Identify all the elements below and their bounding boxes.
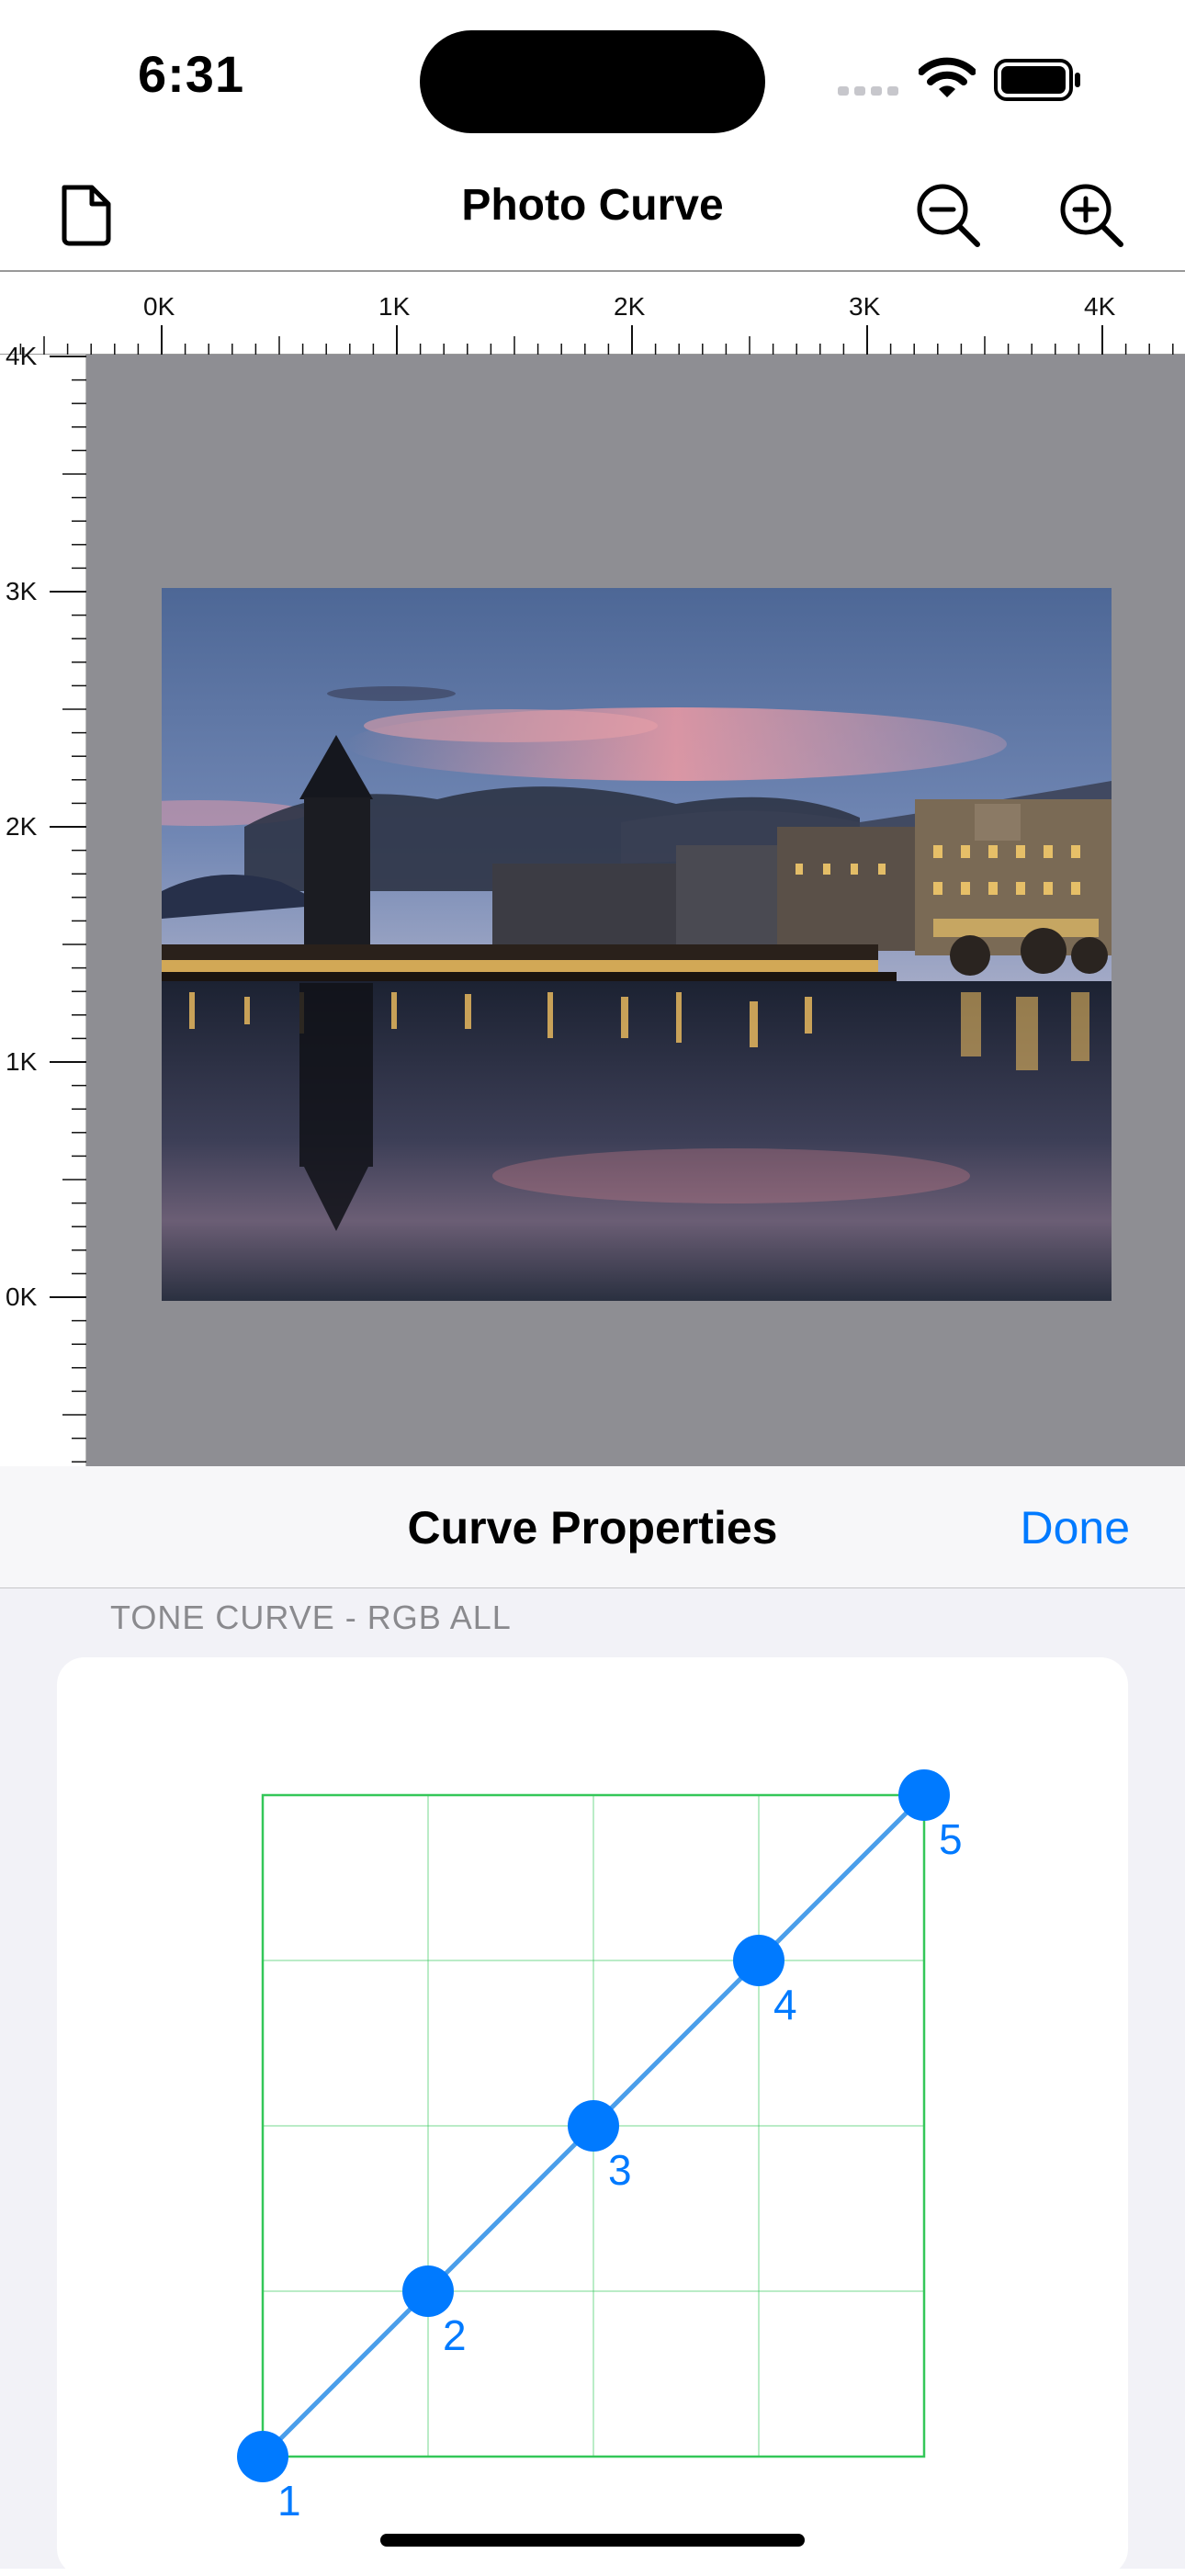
curve-control-point[interactable] — [402, 2265, 454, 2317]
zoom-in-button[interactable] — [1049, 173, 1134, 257]
v-ruler-label: 3K — [6, 577, 38, 605]
curve-control-point[interactable] — [733, 1935, 784, 1986]
h-ruler-label: 1K — [378, 292, 411, 321]
section-header: TONE CURVE - RGB ALL — [110, 1599, 512, 1636]
v-ruler-label: 1K — [6, 1047, 38, 1076]
h-ruler-label: 0K — [143, 292, 175, 321]
wifi-icon — [919, 57, 976, 97]
vertical-ruler: 4K 3K 2K 1K 0K — [0, 342, 86, 1466]
navigation-bar: Photo Curve — [0, 156, 1185, 270]
h-ruler-label: 2K — [614, 292, 646, 321]
v-ruler-label: 2K — [6, 812, 38, 841]
sheet-title: Curve Properties — [407, 1502, 778, 1554]
curve-point-label: 4 — [773, 1981, 797, 2028]
photo-canvas[interactable] — [86, 355, 1185, 1466]
zoom-out-button[interactable] — [906, 173, 990, 257]
home-indicator — [380, 2534, 805, 2547]
tone-curve-editor[interactable]: 1 2 3 4 5 — [57, 1657, 1128, 2576]
zoom-out-icon — [917, 184, 980, 247]
curve-point-label: 5 — [939, 1815, 963, 1863]
battery-icon — [994, 59, 1080, 101]
photo-illustration — [162, 588, 1112, 1301]
status-time: 6:31 — [138, 45, 245, 103]
horizontal-ruler-ticks — [19, 325, 1174, 356]
nav-title: Photo Curve — [461, 181, 724, 230]
zoom-in-icon — [1060, 184, 1123, 247]
done-button[interactable]: Done — [1020, 1501, 1130, 1554]
h-ruler-label: 4K — [1084, 292, 1116, 321]
curve-control-point[interactable] — [568, 2100, 619, 2152]
curve-properties-sheet: Curve Properties Done TONE CURVE - RGB A… — [0, 1466, 1185, 2576]
curve-control-point[interactable] — [898, 1769, 950, 1821]
horizontal-ruler: 0K 1K 2K 3K 4K — [0, 270, 1185, 356]
photo-image[interactable] — [162, 588, 1112, 1301]
curve-point-label: 3 — [608, 2146, 632, 2194]
dynamic-island — [420, 30, 765, 133]
curve-control-point[interactable] — [237, 2431, 288, 2482]
sheet-header: Curve Properties Done — [0, 1466, 1185, 1588]
cellular-signal-icon — [838, 86, 898, 96]
v-ruler-label: 0K — [6, 1282, 38, 1311]
curve-point-label: 1 — [277, 2477, 301, 2525]
status-bar: 6:31 — [0, 0, 1185, 156]
curve-point-label: 2 — [443, 2311, 467, 2359]
v-ruler-label: 4K — [6, 342, 38, 370]
curve-card: 1 2 3 4 5 — [57, 1657, 1128, 2576]
h-ruler-label: 3K — [849, 292, 881, 321]
